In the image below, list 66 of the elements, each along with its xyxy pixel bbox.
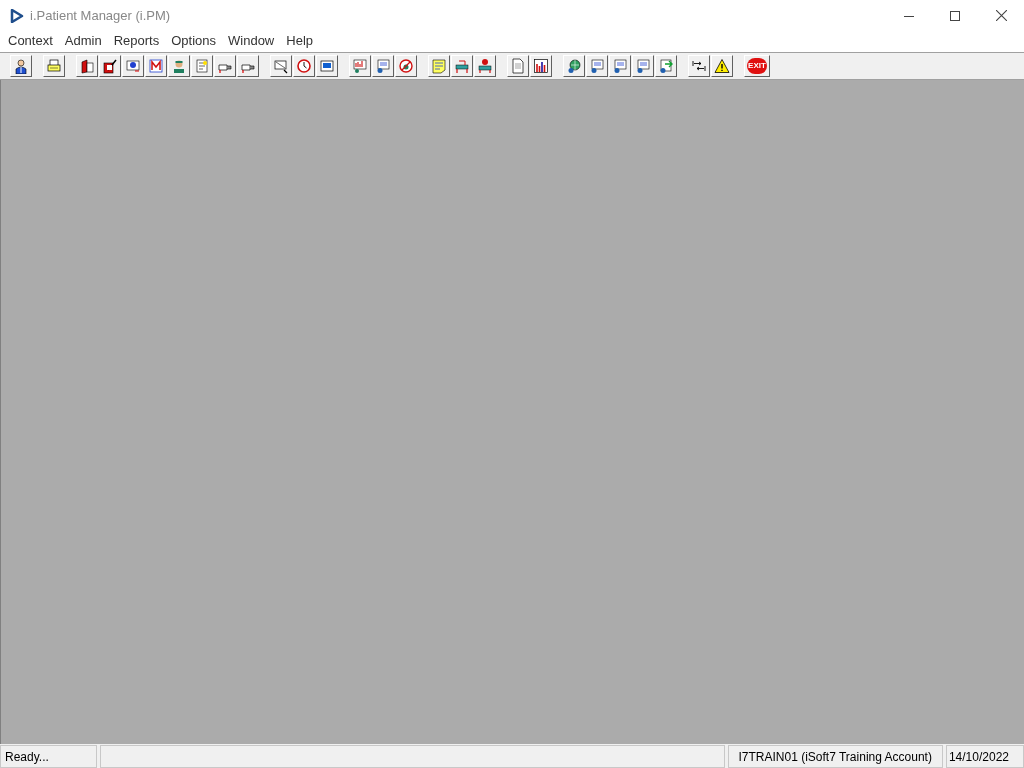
toolbar-button[interactable] [122, 55, 144, 77]
status-date: 14/10/2022 [945, 745, 1024, 768]
menu-item[interactable]: Context [2, 32, 59, 50]
window-title: i.Patient Manager (i.PM) [30, 6, 171, 25]
toolbar-button[interactable] [349, 55, 371, 77]
toolbar-button[interactable] [191, 55, 213, 77]
status-account: I7TRAIN01 (iSoft7 Training Account) [727, 745, 943, 768]
maximize-icon [950, 10, 960, 21]
sticky-note-icon [431, 58, 447, 74]
letter-icon [148, 58, 164, 74]
globe-icon [566, 58, 582, 74]
menu-item[interactable]: Help [280, 32, 319, 50]
chart-icon [352, 58, 368, 74]
person-icon [171, 58, 187, 74]
note-icon [194, 58, 210, 74]
toolbar-button[interactable] [145, 55, 167, 77]
prohibited-icon [398, 58, 414, 74]
bed-icon [477, 58, 493, 74]
toolbar-button[interactable] [632, 55, 654, 77]
printer-icon [46, 58, 62, 74]
toolbar-button[interactable] [372, 55, 394, 77]
toolbar-button[interactable] [76, 55, 98, 77]
person-icon [13, 58, 29, 74]
close-icon [995, 10, 1007, 21]
bed-icon [454, 58, 470, 74]
menu-item[interactable]: Window [222, 32, 281, 50]
toolbar-button[interactable] [270, 55, 292, 77]
toolbar-button[interactable] [655, 55, 677, 77]
monitor-icon [319, 58, 335, 74]
bar-chart-icon [533, 58, 549, 74]
toolbar-button[interactable] [688, 55, 710, 77]
arrows-icon [691, 58, 707, 74]
toolbar-button[interactable] [474, 55, 496, 77]
warning-icon [714, 58, 730, 74]
toolbar-button[interactable] [237, 55, 259, 77]
clock-icon [296, 58, 312, 74]
toolbar-button[interactable] [451, 55, 473, 77]
toolbar-button[interactable] [507, 55, 529, 77]
book-icon [79, 58, 95, 74]
menu-item[interactable]: Admin [58, 32, 108, 50]
toolbar-button[interactable] [530, 55, 552, 77]
toolbar-button[interactable] [214, 55, 236, 77]
menu-item[interactable]: Options [165, 32, 222, 50]
toolbar-button[interactable] [168, 55, 190, 77]
toolbar-button[interactable] [586, 55, 608, 77]
menu-item[interactable]: Reports [107, 32, 166, 50]
form-icon [589, 58, 605, 74]
app-logo-icon [10, 8, 24, 23]
toolbar-button[interactable] [711, 55, 733, 77]
pen-icon [102, 58, 118, 74]
toolbar-button[interactable] [395, 55, 417, 77]
toolbar-button[interactable] [609, 55, 631, 77]
toolbar-button[interactable] [428, 55, 450, 77]
toolbar-button[interactable] [563, 55, 585, 77]
status-message: Ready... [0, 745, 97, 768]
form-icon [612, 58, 628, 74]
document-icon [510, 58, 526, 74]
form-icon [635, 58, 651, 74]
toolbar-button[interactable] [99, 55, 121, 77]
transfer-icon [658, 58, 674, 74]
screen-icon [125, 58, 141, 74]
toolbar-button[interactable] [10, 55, 32, 77]
toolbar-button[interactable] [43, 55, 65, 77]
form-icon [375, 58, 391, 74]
toolbar-button[interactable] [293, 55, 315, 77]
toolbar-button[interactable] [316, 55, 338, 77]
